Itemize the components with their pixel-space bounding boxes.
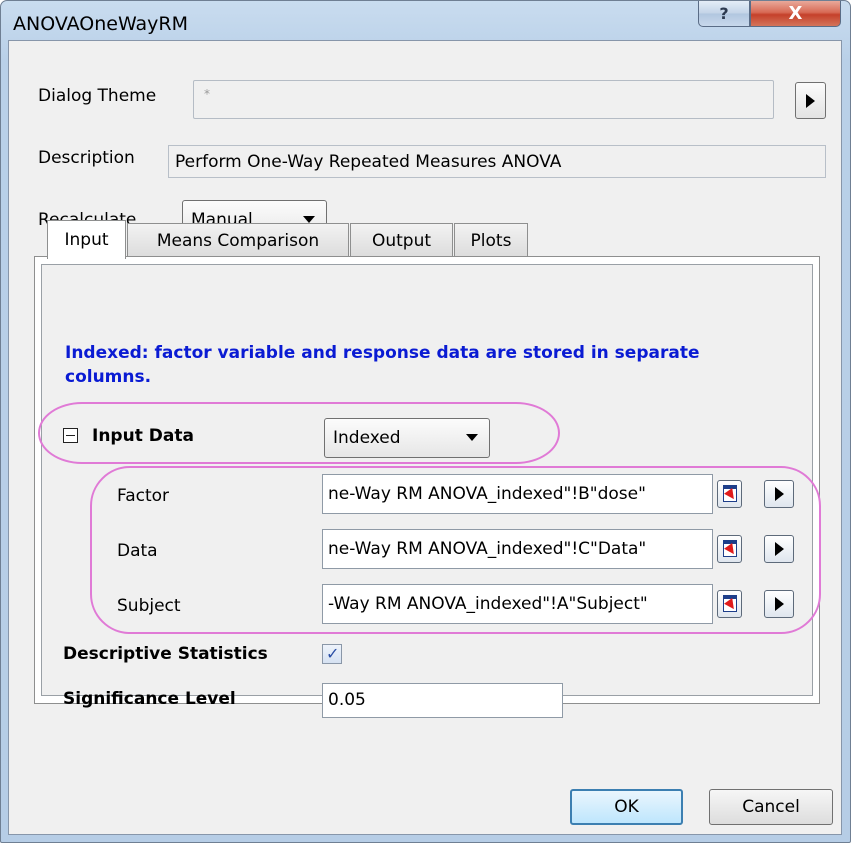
description-label: Description bbox=[38, 148, 135, 168]
dialog-theme-field[interactable]: * bbox=[193, 80, 774, 119]
tab-means-comparison[interactable]: Means Comparison bbox=[127, 223, 349, 257]
significance-level-input[interactable]: 0.05 bbox=[322, 683, 563, 718]
tab-label: Means Comparison bbox=[156, 230, 320, 251]
play-arrow-icon bbox=[806, 93, 815, 108]
info-text: Indexed: factor variable and response da… bbox=[65, 343, 700, 387]
significance-level-label: Significance Level bbox=[63, 689, 236, 709]
dialog-theme-label: Dialog Theme bbox=[38, 86, 157, 106]
dialog-theme-menu-button[interactable] bbox=[795, 82, 826, 119]
title-bar[interactable]: ANOVAOneWayRM ? X bbox=[1, 1, 850, 41]
help-icon: ? bbox=[719, 4, 729, 23]
tab-input[interactable]: Input bbox=[47, 220, 126, 259]
description-field: Perform One-Way Repeated Measures ANOVA bbox=[168, 145, 826, 178]
ok-button[interactable]: OK bbox=[570, 789, 683, 825]
descriptive-statistics-checkbox[interactable]: ✓ bbox=[322, 644, 342, 664]
tab-output[interactable]: Output bbox=[350, 223, 453, 257]
chevron-down-icon bbox=[303, 216, 315, 223]
help-button[interactable]: ? bbox=[698, 1, 750, 27]
ok-button-label: OK bbox=[614, 797, 639, 817]
close-icon: X bbox=[788, 3, 803, 24]
cancel-button[interactable]: Cancel bbox=[709, 789, 833, 825]
close-button[interactable]: X bbox=[750, 1, 841, 27]
tab-label: Plots bbox=[470, 230, 512, 251]
highlight-rounded-box bbox=[90, 466, 821, 634]
window-title: ANOVAOneWayRM bbox=[13, 13, 189, 35]
description-value: Perform One-Way Repeated Measures ANOVA bbox=[175, 152, 562, 172]
dialog-theme-value: * bbox=[204, 87, 210, 101]
tab-label: Input bbox=[64, 230, 109, 250]
tab-label: Output bbox=[371, 230, 432, 251]
checkmark-icon: ✓ bbox=[326, 644, 340, 663]
highlight-ellipse bbox=[38, 402, 560, 464]
cancel-button-label: Cancel bbox=[742, 797, 800, 817]
tab-plots[interactable]: Plots bbox=[454, 223, 528, 257]
descriptive-statistics-label: Descriptive Statistics bbox=[63, 644, 268, 664]
